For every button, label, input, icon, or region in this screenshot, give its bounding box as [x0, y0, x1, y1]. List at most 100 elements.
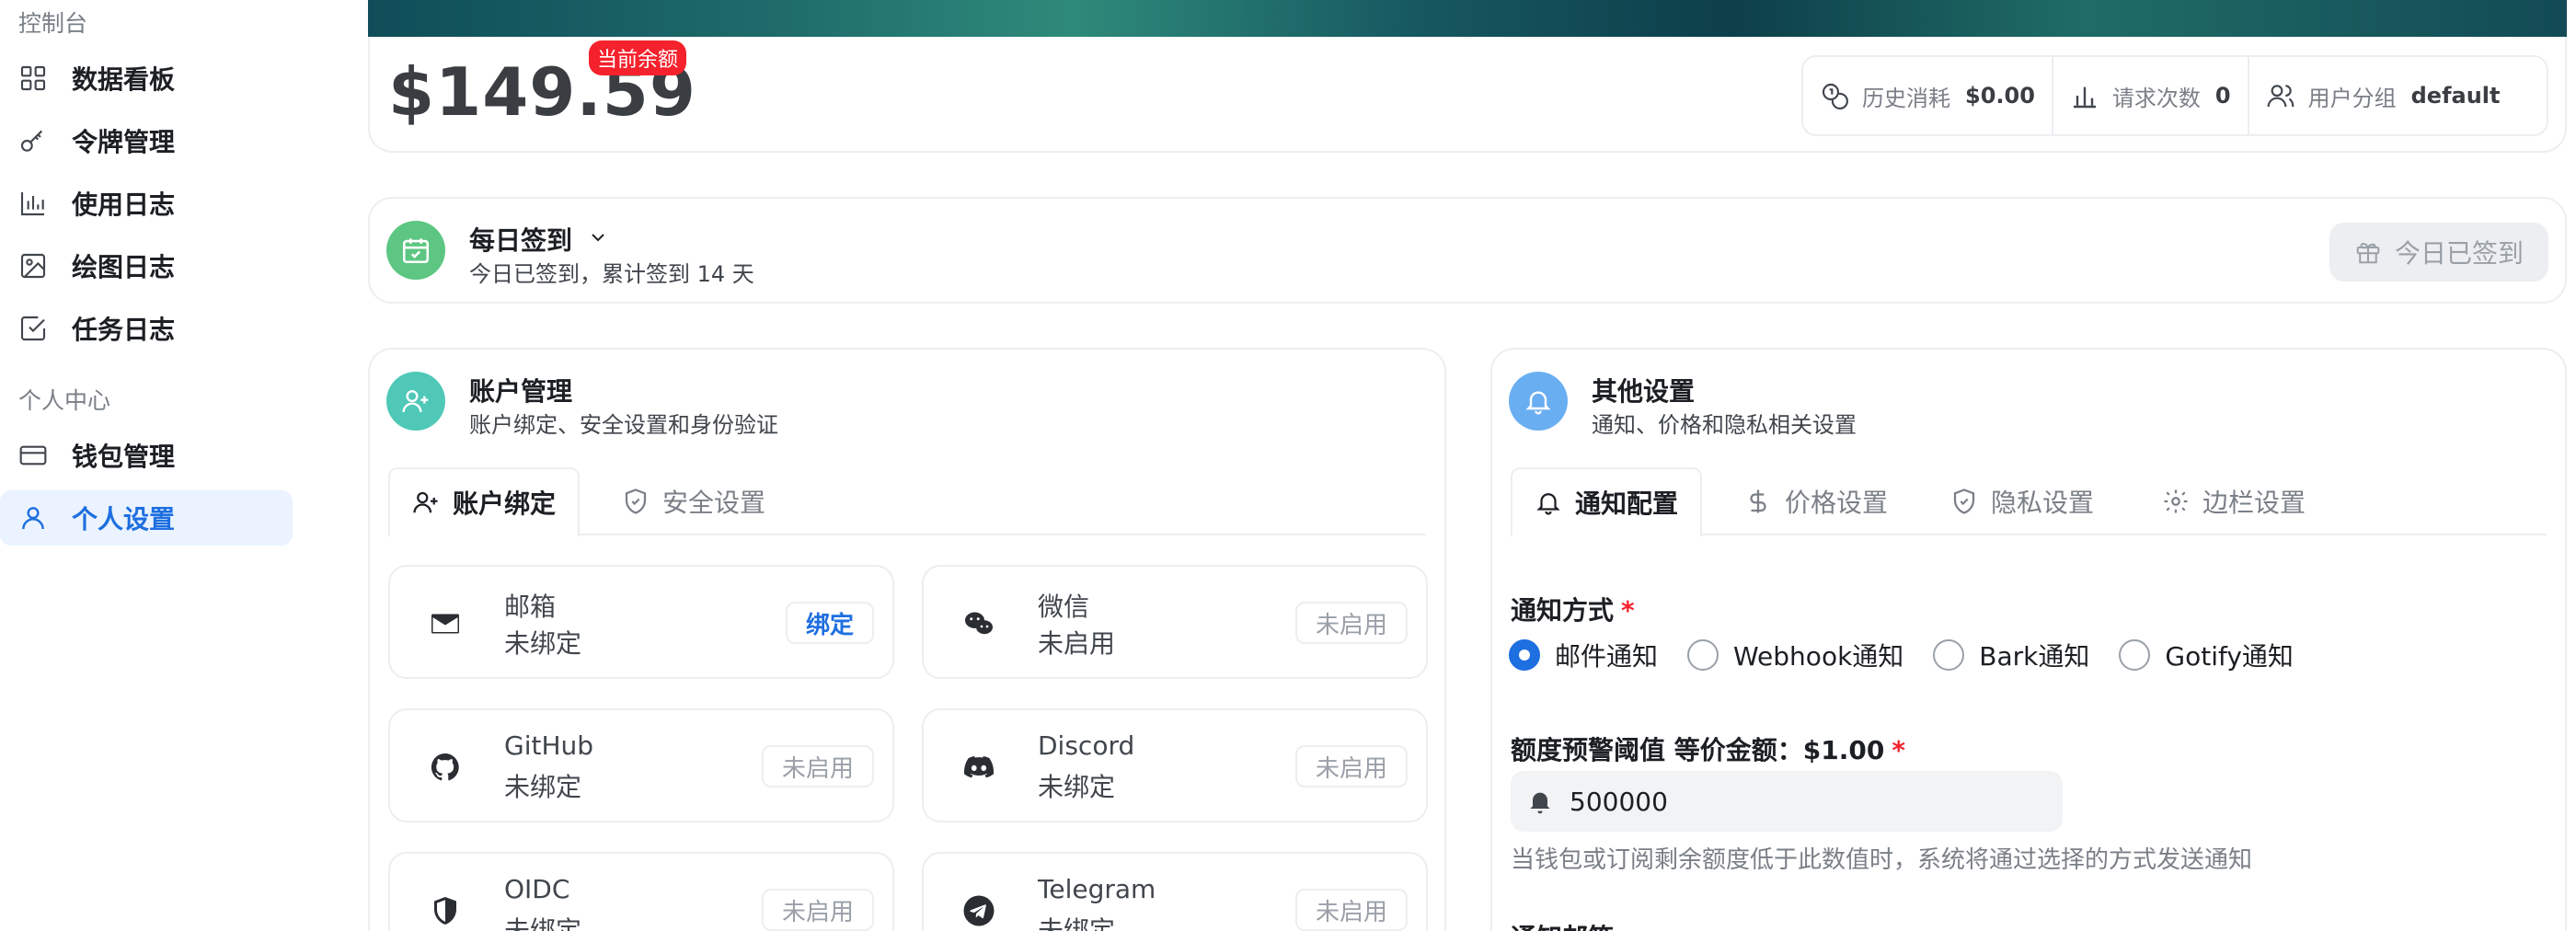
daily-checkin-card: 每日签到 今日已签到，累计签到 14 天 今日已签到	[368, 197, 2567, 304]
threshold-label: 额度预警阈值 等价金额：$1.00 *	[1511, 735, 1905, 765]
tab-sidebar-settings[interactable]: 边栏设置	[2162, 467, 2306, 535]
radio-label: Webhook通知	[1733, 641, 1904, 672]
tab-label: 安全设置	[662, 488, 766, 518]
binding-card-email: 邮箱 未绑定 绑定	[388, 565, 894, 679]
binding-name: Telegram	[1038, 874, 1156, 904]
radio-webhook-notify[interactable]: Webhook通知	[1687, 637, 1903, 673]
tab-label: 价格设置	[1785, 488, 1889, 518]
dashboard-grid-icon	[20, 65, 46, 91]
stat-value: default	[2410, 83, 2501, 109]
binding-status: 未启用	[1038, 628, 1116, 659]
panel-title: 其他设置	[1592, 376, 1696, 407]
tab-label: 通知配置	[1575, 488, 1679, 519]
sidebar: 控制台 数据看板 令牌管理 使用日志 绘图日志 任务日志 个人中心 钱包管理 个…	[0, 0, 368, 931]
user-plus-icon	[386, 372, 445, 431]
users-icon	[2267, 85, 2294, 108]
radio-label: Gotify通知	[2165, 641, 2294, 672]
stat-label: 请求次数	[2111, 85, 2201, 111]
bind-email-button[interactable]: 绑定	[785, 602, 874, 644]
threshold-input[interactable]	[1570, 786, 2048, 817]
account-tabs: 账户绑定 安全设置	[388, 467, 1426, 537]
panel-title: 账户管理	[469, 376, 573, 407]
sidebar-item-wallet[interactable]: 钱包管理	[0, 428, 293, 483]
binding-name: GitHub	[504, 730, 594, 761]
radio-bark-notify[interactable]: Bark通知	[1933, 637, 2089, 673]
checked-in-label: 今日已签到	[2394, 238, 2524, 269]
tab-security-settings[interactable]: 安全设置	[622, 467, 765, 535]
account-management-panel: 账户管理 账户绑定、安全设置和身份验证 账户绑定 安全设置 邮箱 未绑定 绑定 …	[368, 348, 1446, 931]
tab-price-settings[interactable]: 价格设置	[1744, 467, 1888, 535]
binding-status: 未绑定	[1038, 915, 1116, 931]
tab-account-binding[interactable]: 账户绑定	[388, 467, 581, 537]
main-content: $149.59 当前余额 历史消耗 $0.00 请求次数 0 用户分组 defa…	[368, 0, 2576, 931]
usage-stats: 历史消耗 $0.00 请求次数 0 用户分组 default	[1801, 55, 2548, 136]
telegram-icon	[963, 895, 995, 926]
binding-name: 微信	[1038, 592, 1090, 622]
sidebar-item-label: 钱包管理	[72, 442, 176, 472]
wechat-icon	[965, 612, 993, 635]
wechat-disabled-button[interactable]: 未启用	[1294, 602, 1408, 644]
notify-method-label: 通知方式 *	[1511, 595, 1635, 626]
panel-subtitle: 通知、价格和隐私相关设置	[1592, 412, 1857, 438]
stat-history-cost: 历史消耗 $0.00	[1803, 57, 2052, 134]
sidebar-item-drawing-log[interactable]: 绘图日志	[0, 238, 293, 293]
current-balance-badge: 当前余额	[589, 40, 687, 75]
required-mark: *	[1621, 595, 1635, 626]
checkbox-icon	[20, 316, 46, 341]
checkin-subtitle: 今日已签到，累计签到 14 天	[469, 261, 754, 287]
notify-method-options: 邮件通知 Webhook通知 Bark通知 Gotify通知	[1509, 637, 2323, 673]
github-icon	[431, 753, 459, 781]
wallet-icon	[19, 445, 47, 466]
binding-card-telegram: Telegram 未绑定 未启用	[922, 852, 1428, 931]
bar-chart-icon	[2073, 86, 2096, 109]
radio-label: Bark通知	[1979, 641, 2090, 672]
telegram-disabled-button[interactable]: 未启用	[1294, 889, 1408, 931]
sidebar-item-personal-settings[interactable]: 个人设置	[0, 490, 293, 546]
panel-subtitle: 账户绑定、安全设置和身份验证	[469, 412, 778, 438]
github-disabled-button[interactable]: 未启用	[761, 745, 874, 787]
discord-icon	[964, 756, 995, 778]
checkin-title: 每日签到	[469, 225, 573, 256]
sidebar-item-label: 使用日志	[72, 190, 176, 220]
binding-card-oidc: OIDC 未绑定 未启用	[388, 852, 894, 931]
sidebar-item-label: 数据看板	[72, 64, 176, 95]
binding-status: 未绑定	[504, 628, 582, 659]
bell-icon	[1536, 493, 1560, 515]
discord-disabled-button[interactable]: 未启用	[1294, 745, 1408, 787]
binding-card-github: GitHub 未绑定 未启用	[388, 708, 894, 822]
stat-user-group: 用户分组 default	[2247, 57, 2517, 134]
stat-request-count: 请求次数 0	[2051, 57, 2248, 134]
oidc-disabled-button[interactable]: 未启用	[761, 889, 874, 931]
tab-notification-config[interactable]: 通知配置	[1511, 467, 1703, 537]
binding-name: 邮箱	[504, 592, 557, 622]
checked-in-button[interactable]: 今日已签到	[2329, 223, 2548, 282]
header-banner	[368, 0, 2567, 37]
radio-gotify-notify[interactable]: Gotify通知	[2119, 637, 2294, 673]
required-mark: *	[1892, 735, 1905, 765]
stat-label: 历史消耗	[1862, 85, 1950, 111]
chevron-down-icon[interactable]	[587, 226, 609, 248]
threshold-field[interactable]	[1511, 771, 2063, 832]
tab-label: 账户绑定	[453, 488, 557, 519]
user-plus-icon	[413, 491, 438, 513]
radio-email-notify[interactable]: 邮件通知	[1509, 637, 1658, 673]
sidebar-section-console: 控制台	[18, 10, 88, 37]
sidebar-item-tokens[interactable]: 令牌管理	[0, 113, 293, 168]
shield-icon	[434, 897, 456, 925]
binding-status: 未绑定	[1038, 772, 1116, 802]
other-settings-panel: 其他设置 通知、价格和隐私相关设置 通知配置 价格设置 隐私设置 边栏设置 通知…	[1490, 348, 2567, 931]
dollar-icon	[1750, 489, 1766, 513]
sidebar-item-task-log[interactable]: 任务日志	[0, 301, 293, 356]
binding-status: 未绑定	[504, 772, 582, 802]
stat-value: 0	[2214, 83, 2231, 109]
radio-label: 邮件通知	[1555, 641, 1659, 672]
coins-icon	[1822, 83, 1848, 109]
sidebar-item-dashboard[interactable]: 数据看板	[0, 51, 293, 106]
shield-check-icon	[1953, 488, 1975, 514]
sidebar-item-label: 个人设置	[72, 504, 176, 534]
binding-name: OIDC	[504, 874, 570, 904]
gear-icon	[2164, 489, 2188, 513]
sidebar-item-usage-log[interactable]: 使用日志	[0, 176, 293, 231]
tab-privacy-settings[interactable]: 隐私设置	[1950, 467, 2094, 535]
other-settings-tabs: 通知配置 价格设置 隐私设置 边栏设置	[1511, 467, 2547, 537]
